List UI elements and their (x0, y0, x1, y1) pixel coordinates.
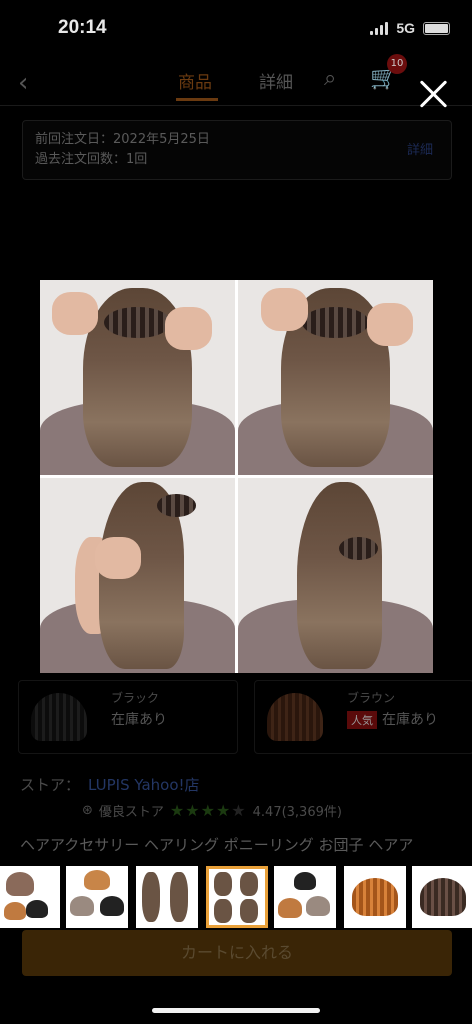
active-tab-underline (176, 98, 218, 101)
close-icon[interactable] (411, 72, 455, 116)
variant-card-brown[interactable]: ブラウン 人気 在庫あり (254, 680, 472, 754)
status-time: 20:14 (58, 17, 107, 38)
order-history-box: 前回注文日：2022年5月25日 過去注文回数：1回 詳細 (22, 120, 452, 180)
variant-name: ブラウン (347, 691, 396, 705)
past-order-count: 過去注文回数：1回 (35, 152, 148, 167)
cart-count-badge: 10 (387, 54, 407, 74)
store-label: ストア： (20, 776, 81, 794)
verified-store-icon: ⊛ (82, 803, 93, 818)
image-panel (238, 280, 433, 475)
signal-icon (370, 21, 389, 35)
variant-stock: 人気 在庫あり (347, 709, 438, 729)
variant-name: ブラック (111, 691, 160, 705)
popular-badge: 人気 (347, 711, 377, 729)
tab-product[interactable]: 商品 (178, 68, 212, 93)
search-icon[interactable]: ⌕ (324, 66, 336, 91)
thumbnail-strip (0, 864, 472, 932)
rating-text[interactable]: 4.47(3,369件) (253, 801, 342, 820)
main-product-image[interactable] (40, 280, 433, 673)
thumbnail[interactable] (136, 866, 198, 928)
image-panel (40, 478, 235, 673)
image-panel (238, 478, 433, 673)
battery-icon (423, 21, 450, 35)
store-row: ストア： LUPIS Yahoo!店 (20, 774, 200, 795)
status-bar: 20:14 5G (0, 0, 472, 56)
tab-detail[interactable]: 詳細 (259, 68, 293, 93)
rating-row: ⊛ 優良ストア ★★★★★ 4.47(3,369件) (82, 801, 342, 820)
variant-card-black[interactable]: ブラック 在庫あり (18, 680, 238, 754)
image-panel (40, 280, 235, 475)
variant-thumb-black (31, 693, 87, 741)
order-detail-link[interactable]: 詳細 (407, 141, 433, 161)
network-type: 5G (396, 20, 415, 36)
thumbnail[interactable] (344, 866, 406, 928)
variant-thumb-brown (267, 693, 323, 741)
thumbnail[interactable] (0, 866, 60, 928)
thumbnail[interactable] (66, 866, 128, 928)
product-title: ヘアアクセサリー ヘアリング ポニーリング お団子 ヘアア (20, 836, 414, 854)
rating-stars: ★★★★★ (169, 801, 247, 820)
variant-list: ブラック 在庫あり ブラウン 人気 在庫あり (18, 680, 472, 756)
thumbnail[interactable] (274, 866, 336, 928)
last-order-date: 前回注文日：2022年5月25日 (35, 132, 210, 147)
add-to-cart-button[interactable]: カートに入れる (22, 930, 452, 976)
verified-store-badge: 優良ストア (98, 805, 164, 820)
variant-stock-text: 在庫あり (382, 712, 438, 728)
variant-stock: 在庫あり (111, 712, 167, 728)
thumbnail[interactable] (412, 866, 472, 928)
thumbnail-selected[interactable] (206, 866, 268, 928)
store-link[interactable]: LUPIS Yahoo!店 (88, 776, 200, 794)
back-chevron-icon[interactable]: ‹ (18, 68, 28, 98)
home-indicator (152, 1008, 320, 1013)
